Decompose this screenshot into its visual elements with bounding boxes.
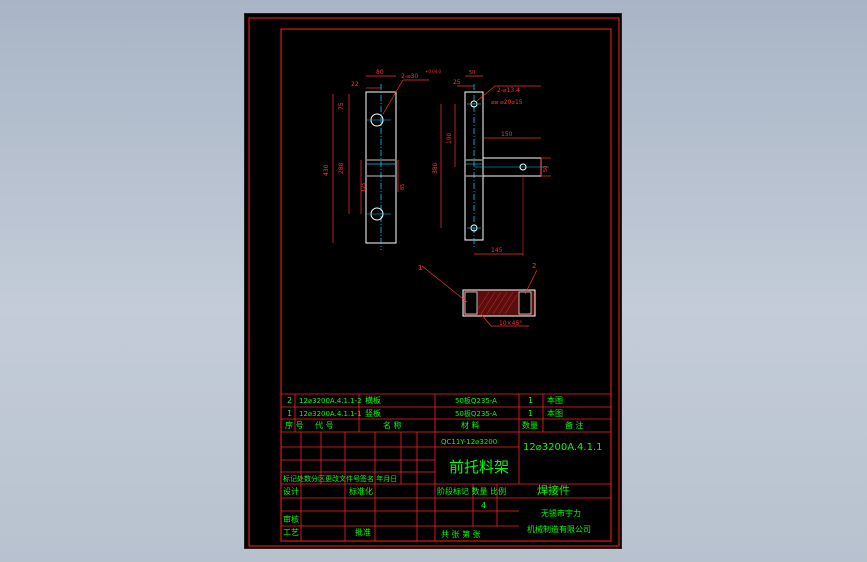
company-line-1: 无锡市宇力 — [541, 508, 581, 518]
label-design: 设计 — [283, 486, 299, 496]
bom-row-1-name: 竖板 — [365, 408, 381, 418]
revision-header: 标记处数分区更改文件号签名 年月日 — [283, 474, 397, 483]
stage-header: 阶段标记 数量 比例 — [437, 486, 506, 496]
drawing-canvas: 80 22 2-⌀30 +0.04 0 75 280 430 125 85 50 — [248, 17, 620, 547]
bom-row-1-no: 1 — [287, 409, 292, 418]
project-code: QC11Y-12⌀3200 — [441, 438, 497, 446]
bom-row-1-qty: 1 — [528, 409, 533, 418]
section-view: 1 2 10×45° — [418, 262, 538, 327]
part-type: 焊接件 — [537, 483, 570, 497]
bom-header-name: 名 称 — [383, 420, 402, 430]
bom-header-no: 序 号 — [285, 420, 304, 430]
bom-header-qty: 数量 — [522, 420, 538, 430]
dim-380: 380 — [432, 162, 439, 174]
dim-22: 22 — [351, 81, 359, 88]
drawing-number: 12⌀3200A.4.1.1 — [523, 442, 602, 453]
dim-85: 85 — [400, 184, 406, 190]
right-part-view: 50 25 2-⌀13.4 ⌀⌀ ⌀20⌀15 150 50 190 380 1… — [432, 70, 551, 256]
section-bolt-right — [518, 291, 532, 315]
quantity-value: 4 — [481, 501, 486, 510]
dim-430: 430 — [323, 164, 330, 176]
bom-row-2-name: 横板 — [365, 395, 381, 405]
dim-hole-right-1: 2-⌀13.4 — [497, 87, 520, 94]
dim-25: 25 — [453, 79, 461, 86]
bom-header-note: 备 注 — [565, 420, 584, 430]
dim-125: 125 — [361, 182, 367, 192]
dim-280: 280 — [338, 162, 345, 174]
bom-row-1-code: 12⌀3200A.4.1.1-1 — [299, 410, 362, 418]
label-process: 工艺 — [283, 528, 299, 537]
label-standardize: 标准化 — [349, 486, 373, 496]
dim-50-arm: 50 — [543, 166, 549, 172]
dim-150: 150 — [501, 131, 513, 138]
dim-145: 145 — [491, 247, 503, 254]
dim-190: 190 — [446, 132, 453, 144]
bom-row-2-material: 50板Q235-A — [455, 396, 497, 405]
dim-50: 50 — [469, 70, 475, 76]
bom-row-1-note: 本图 — [547, 408, 563, 418]
leader-hole-left — [382, 79, 404, 115]
bom-row-2-code: 12⌀3200A.4.1.1-2 — [299, 397, 362, 405]
dim-75: 75 — [338, 102, 345, 110]
bom-row-1-material: 50板Q235-A — [455, 409, 497, 418]
dim-80: 80 — [376, 69, 384, 76]
balloon-1-leader — [421, 265, 468, 303]
outer-frame — [248, 17, 620, 547]
dim-hole-left-tol: +0.04 0 — [425, 69, 442, 74]
balloon-1: 1 — [418, 264, 422, 272]
bom-header-material: 材 料 — [461, 420, 480, 430]
weld-note: 10×45° — [499, 320, 522, 327]
label-review: 审核 — [283, 514, 299, 524]
dim-hole-right-2: ⌀⌀ ⌀20⌀15 — [491, 99, 523, 106]
drawing-title: 前托料架 — [449, 458, 509, 476]
section-bolt-left — [464, 291, 478, 315]
bom-row-2-qty: 1 — [528, 396, 533, 405]
drawing-sheet: 80 22 2-⌀30 +0.04 0 75 280 430 125 85 50 — [244, 13, 622, 549]
sheet-footer: 共 张 第 张 — [441, 529, 481, 539]
bom-header-code: 代 号 — [315, 420, 334, 430]
company-line-2: 机械制造有限公司 — [527, 524, 591, 534]
label-approve: 批准 — [355, 527, 371, 537]
left-part-view: 80 22 2-⌀30 +0.04 0 75 280 430 125 85 — [323, 69, 442, 250]
bom-row-2-note: 本图 — [547, 395, 563, 405]
dim-hole-left: 2-⌀30 — [401, 73, 418, 80]
balloon-2: 2 — [532, 262, 536, 270]
bom-row-2-no: 2 — [287, 396, 292, 405]
title-block: 序 号 代 号 名 称 材 料 数量 备 注 2 12⌀3200A.4.1.1-… — [281, 393, 611, 541]
